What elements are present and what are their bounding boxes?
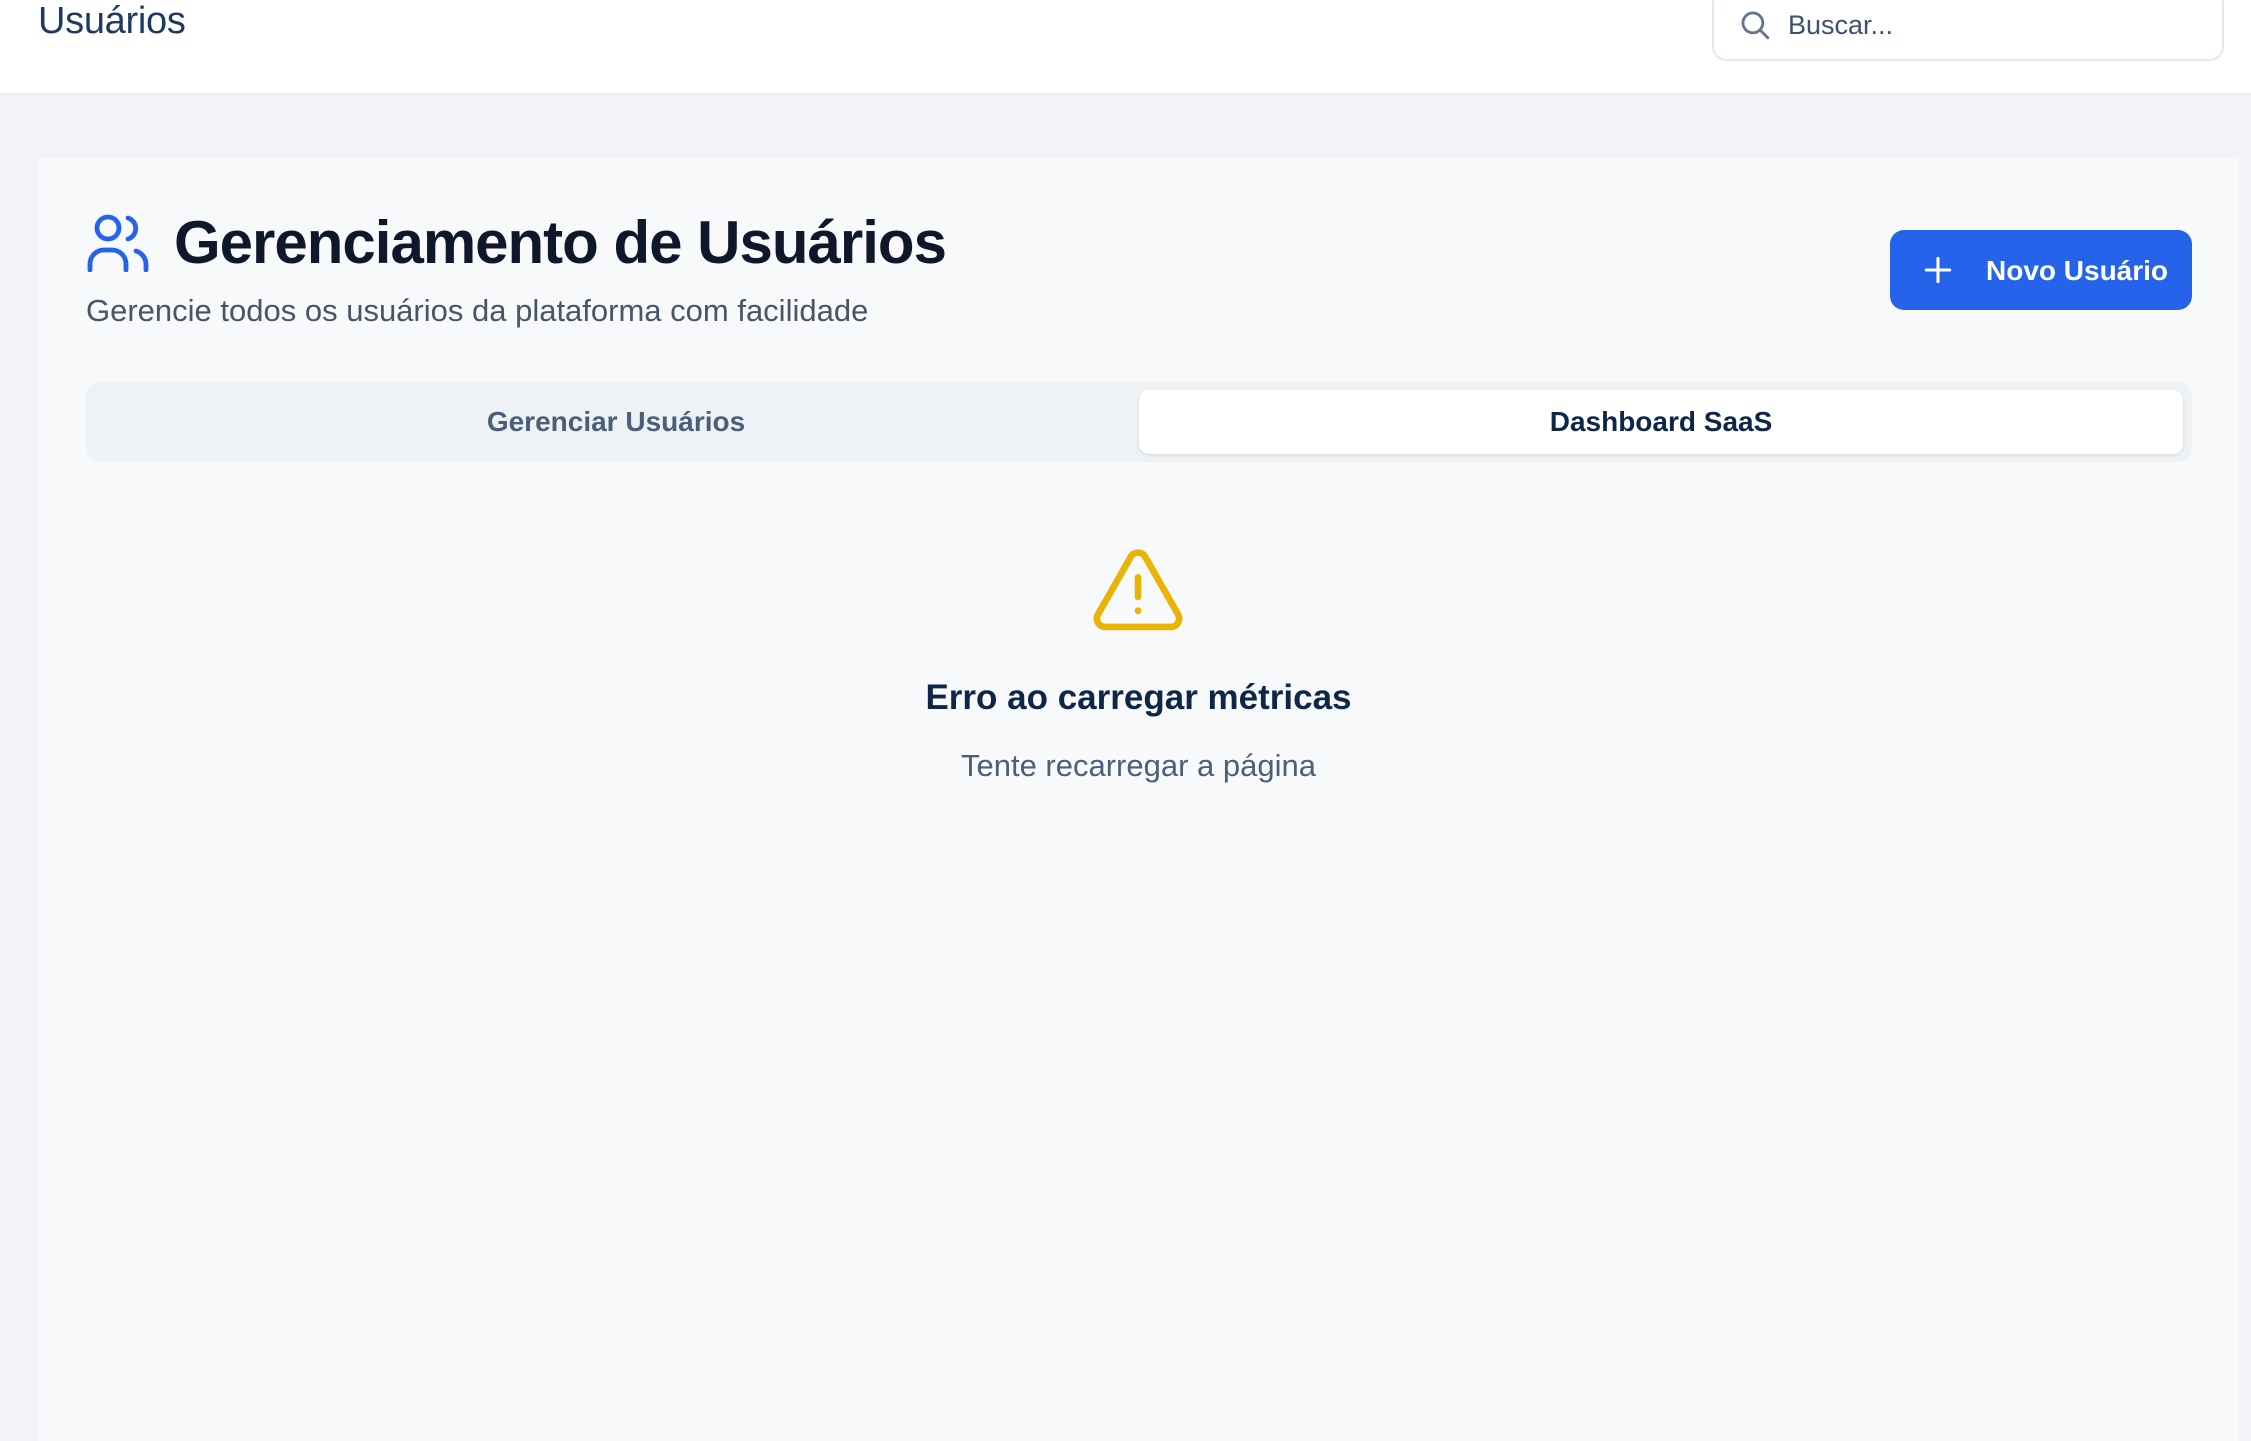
page-subtitle: Gerencie todos os usuários da plataforma… (86, 293, 869, 328)
search-icon (1741, 11, 1770, 40)
tab-list: Gerenciar Usuários Dashboard SaaS (86, 382, 2192, 462)
tab-dashboard-saas[interactable]: Dashboard SaaS (1139, 390, 2183, 454)
new-user-button[interactable]: Novo Usuário (1890, 230, 2192, 310)
warning-icon (1093, 549, 1183, 631)
breadcrumb[interactable]: Usuários (38, 0, 186, 43)
search-box[interactable] (1712, 0, 2224, 61)
top-bar: Usuários (0, 0, 2251, 94)
new-user-button-label: Novo Usuário (1986, 255, 2169, 286)
plus-icon (1924, 256, 1952, 284)
main-panel: Gerenciamento de Usuários Gerencie todos… (38, 158, 2239, 1441)
users-icon (87, 214, 149, 272)
page-title: Gerenciamento de Usuários (174, 209, 947, 276)
tab-manage-users[interactable]: Gerenciar Usuários (94, 390, 1138, 454)
search-input[interactable] (1788, 0, 2208, 50)
error-hint: Tente recarregar a página (960, 748, 1316, 783)
error-title: Erro ao carregar métricas (925, 678, 1352, 717)
